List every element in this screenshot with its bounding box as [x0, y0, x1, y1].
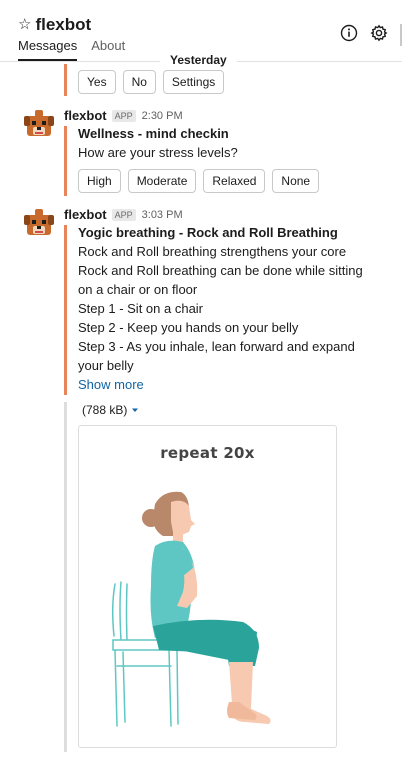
attachment-text: How are your stress levels? — [78, 145, 238, 160]
none-button[interactable]: None — [272, 169, 320, 193]
attachment-title: Yogic breathing - Rock and Roll Breathin… — [78, 225, 338, 240]
channel-title-row: ☆ flexbot — [18, 16, 91, 34]
sender-name[interactable]: flexbot — [64, 108, 107, 123]
attachment-line: your belly — [78, 358, 134, 373]
star-icon[interactable]: ☆ — [18, 16, 31, 34]
attachment-line: Step 3 - As you inhale, lean forward and… — [78, 339, 355, 354]
message-time[interactable]: 3:03 PM — [142, 209, 183, 221]
avatar[interactable] — [22, 108, 56, 142]
info-icon[interactable] — [340, 24, 358, 42]
channel-name: flexbot — [35, 15, 92, 34]
caret-down-icon[interactable] — [130, 405, 140, 415]
attachment-line: Rock and Roll breathing can be done whil… — [78, 263, 363, 278]
message-header: flexbot APP 2:30 PM — [64, 108, 183, 123]
message-time[interactable]: 2:30 PM — [142, 110, 183, 122]
file-size: (788 kB) — [82, 403, 128, 417]
channel-tabs: Messages About — [18, 38, 139, 61]
exercise-image[interactable]: repeat 20x — [78, 425, 337, 748]
gear-icon[interactable] — [370, 24, 388, 42]
moderate-button[interactable]: Moderate — [127, 169, 197, 193]
app-badge: APP — [111, 208, 136, 221]
sitting-woman-illustration — [111, 491, 271, 727]
file-accent-bar — [64, 402, 67, 752]
attachment-title: Wellness - mind checkin — [78, 126, 229, 141]
date-divider[interactable]: Yesterday — [160, 52, 237, 68]
settings-button[interactable]: Settings — [162, 70, 225, 94]
no-button[interactable]: No — [122, 70, 156, 94]
tab-about[interactable]: About — [91, 38, 125, 61]
attachment-line: on a chair or on floor — [78, 282, 198, 297]
attachment-line: Step 1 - Sit on a chair — [78, 301, 204, 316]
avatar[interactable] — [22, 207, 56, 241]
relaxed-button[interactable]: Relaxed — [203, 169, 266, 193]
yes-button[interactable]: Yes — [78, 70, 116, 94]
attachment: Yogic breathing - Rock and Roll Breathin… — [78, 223, 388, 394]
header-actions — [328, 24, 388, 42]
file-meta: (788 kB) — [82, 403, 140, 417]
attachment-accent-bar — [64, 225, 67, 395]
tab-messages[interactable]: Messages — [18, 38, 78, 61]
app-badge: APP — [111, 109, 136, 122]
stress-options: High Moderate Relaxed None — [78, 169, 378, 193]
previous-actions: Yes No Settings — [78, 70, 231, 94]
high-button[interactable]: High — [78, 169, 121, 193]
attachment-line: Rock and Roll breathing strengthens your… — [78, 244, 347, 259]
sender-name[interactable]: flexbot — [64, 207, 107, 222]
attachment-line: Step 2 - Keep you hands on your belly — [78, 320, 299, 335]
message-header: flexbot APP 3:03 PM — [64, 207, 183, 222]
show-more-link[interactable]: Show more — [78, 375, 388, 394]
attachment-accent-bar — [64, 126, 67, 196]
attachment: Wellness - mind checkin How are your str… — [78, 124, 378, 193]
attachment-accent-bar — [64, 64, 67, 96]
